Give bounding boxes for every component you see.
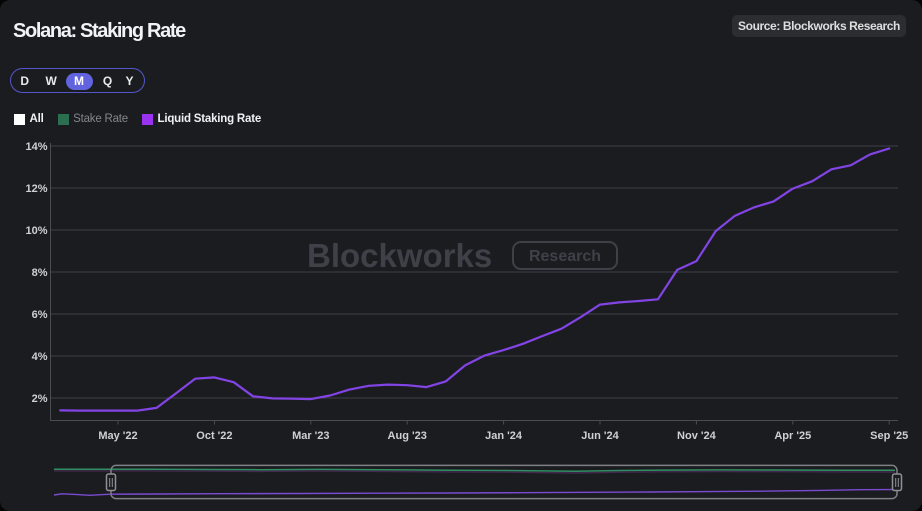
svg-text:Sep '25: Sep '25	[870, 430, 908, 442]
svg-text:Jun '24: Jun '24	[581, 430, 619, 442]
svg-text:10%: 10%	[25, 225, 47, 237]
svg-text:Jan '24: Jan '24	[485, 430, 523, 442]
svg-text:Apr '25: Apr '25	[774, 430, 811, 442]
svg-text:6%: 6%	[32, 309, 48, 321]
svg-text:May '22: May '22	[98, 430, 137, 442]
svg-text:Aug '23: Aug '23	[388, 430, 427, 442]
svg-text:14%: 14%	[25, 141, 47, 153]
svg-text:Oct '22: Oct '22	[196, 430, 232, 442]
svg-text:Nov '24: Nov '24	[677, 430, 717, 442]
svg-text:4%: 4%	[32, 351, 48, 363]
svg-text:8%: 8%	[32, 267, 48, 279]
svg-text:Research: Research	[529, 248, 601, 265]
svg-text:Mar '23: Mar '23	[292, 430, 329, 442]
svg-text:12%: 12%	[25, 183, 47, 195]
svg-text:2%: 2%	[32, 393, 48, 405]
svg-text:Blockworks: Blockworks	[307, 237, 492, 274]
